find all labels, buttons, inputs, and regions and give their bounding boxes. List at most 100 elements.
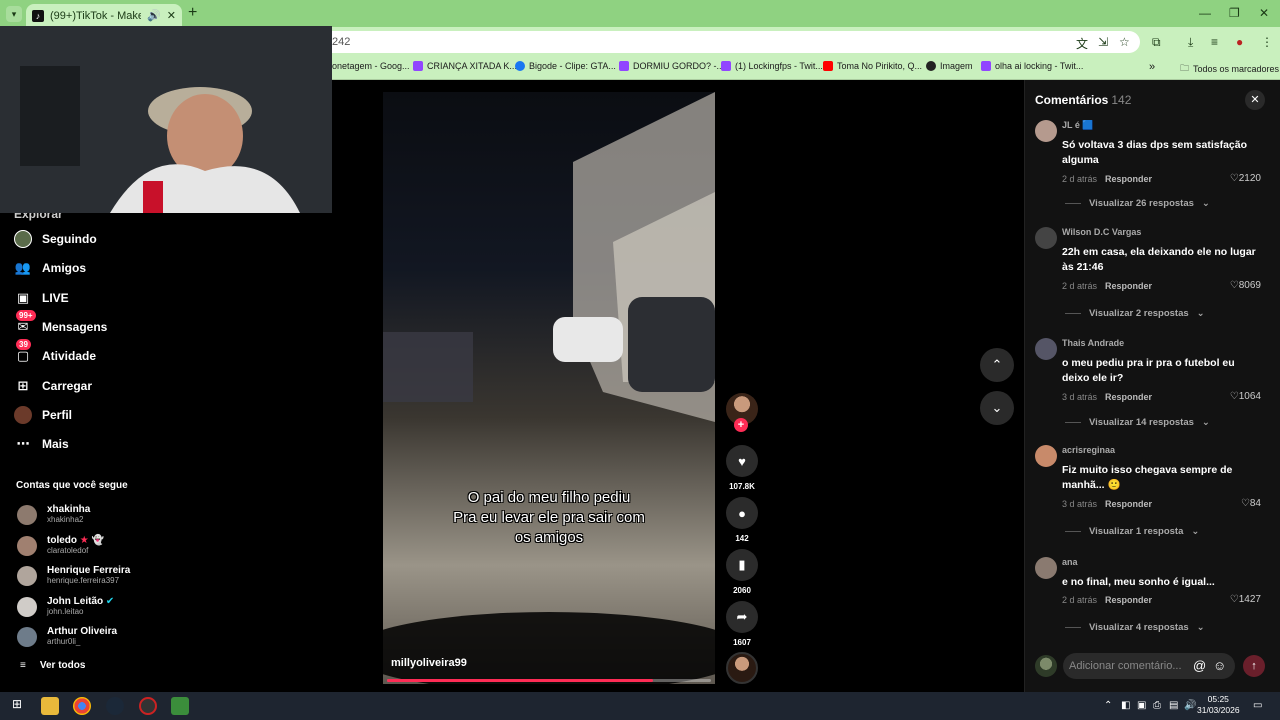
- view-replies-button[interactable]: Visualizar 26 respostas ⌄: [1065, 198, 1210, 209]
- save-button[interactable]: ▮ 2060: [725, 549, 759, 595]
- bookmark-item[interactable]: onetagem - Goog...: [332, 61, 410, 71]
- tray-icon[interactable]: ◧: [1121, 700, 1130, 711]
- tab-search-button[interactable]: ▾: [6, 6, 22, 22]
- comment-like-button[interactable]: ♡1427: [1230, 594, 1261, 605]
- video-progress-bar[interactable]: [387, 679, 711, 682]
- emoji-icon[interactable]: ☺: [1213, 658, 1226, 673]
- all-bookmarks[interactable]: 🗀 Todos os marcadores: [1180, 61, 1279, 77]
- network-icon[interactable]: ▤: [1169, 700, 1178, 711]
- avatar[interactable]: [1035, 227, 1057, 249]
- app-icon[interactable]: [171, 697, 189, 715]
- avatar: [17, 504, 37, 525]
- bookmark-item[interactable]: Toma No Pirikito, Q...: [823, 61, 922, 71]
- sidebar-item-live[interactable]: ▣ LIVE: [14, 289, 69, 307]
- obs-icon[interactable]: [139, 697, 157, 715]
- mention-icon[interactable]: @: [1193, 658, 1206, 673]
- view-replies-button[interactable]: Visualizar 4 respostas ⌄: [1065, 622, 1205, 633]
- view-replies-button[interactable]: Visualizar 14 respostas ⌄: [1065, 417, 1210, 428]
- comment-username[interactable]: acrisreginaa: [1062, 445, 1115, 455]
- avatar[interactable]: [1035, 120, 1057, 142]
- steam-icon[interactable]: [106, 697, 124, 715]
- avatar[interactable]: [1035, 557, 1057, 579]
- address-bar[interactable]: 242: [320, 31, 1140, 53]
- bookmark-item[interactable]: Imagem: [926, 61, 973, 71]
- bookmark-item[interactable]: (1) Lockingfps - Twit...: [721, 61, 823, 71]
- comment-input[interactable]: Adicionar comentário...: [1063, 653, 1235, 679]
- comment-like-button[interactable]: ♡8069: [1230, 280, 1261, 291]
- windows-start-icon[interactable]: ⊞: [8, 697, 26, 715]
- volume-icon[interactable]: 🔊: [1184, 700, 1196, 711]
- sidebar-item-activity[interactable]: ▢ 39 Atividade: [14, 339, 96, 365]
- music-disc-avatar[interactable]: [726, 652, 758, 684]
- bookmark-item[interactable]: CRIANÇA XITADA K...: [413, 61, 517, 71]
- notification-icon[interactable]: ▭: [1253, 700, 1262, 711]
- avatar[interactable]: [1035, 445, 1057, 467]
- extension-shield-icon[interactable]: ●: [1236, 35, 1243, 49]
- reply-button[interactable]: Responder: [1105, 174, 1152, 184]
- new-tab-button[interactable]: +: [188, 4, 197, 22]
- sidebar-item-upload[interactable]: ⊞ Carregar: [14, 377, 92, 395]
- bookmark-item[interactable]: Bigode - Clipe: GTA...: [515, 61, 616, 71]
- system-clock[interactable]: 05:25 31/03/2026: [1197, 694, 1240, 716]
- menu-icon[interactable]: ⋮: [1261, 35, 1273, 49]
- tray-icon[interactable]: ⎙: [1153, 700, 1161, 711]
- sidebar-item-messages[interactable]: ✉ 99+ Mensagens: [14, 310, 107, 336]
- previous-video-button[interactable]: ⌃: [980, 348, 1014, 382]
- reply-button[interactable]: Responder: [1105, 595, 1152, 605]
- reply-button[interactable]: Responder: [1105, 281, 1152, 291]
- sidebar-item-friends[interactable]: 👥 Amigos: [14, 259, 86, 277]
- close-comments-button[interactable]: ✕: [1245, 90, 1265, 110]
- video-caption: O pai do meu filho pediu Pra eu levar el…: [383, 488, 715, 548]
- close-tab-icon[interactable]: ✕: [167, 9, 176, 22]
- restore-button[interactable]: ❐: [1229, 6, 1240, 20]
- send-comment-button[interactable]: ↑: [1243, 655, 1265, 677]
- tray-icon[interactable]: ▣: [1137, 700, 1146, 711]
- bookmark-star-icon[interactable]: ☆: [1119, 35, 1130, 49]
- download-icon[interactable]: ⤓: [1188, 35, 1193, 50]
- extensions-icon[interactable]: ⧉: [1152, 35, 1161, 50]
- see-all-button[interactable]: ≡ Ver todos: [20, 660, 85, 671]
- comment-username[interactable]: ana: [1062, 557, 1078, 567]
- more-bookmarks-icon[interactable]: »: [1149, 61, 1155, 73]
- followed-account[interactable]: John Leitão ✔ john.leitao: [17, 596, 114, 617]
- comment-like-button[interactable]: ♡1064: [1230, 391, 1261, 402]
- translate-icon[interactable]: 文: [1076, 35, 1088, 52]
- avatar[interactable]: [1035, 338, 1057, 360]
- followed-account[interactable]: xhakinha xhakinha2: [17, 504, 90, 525]
- install-icon[interactable]: ⇲: [1098, 35, 1108, 49]
- comment-username[interactable]: JL é 🟦: [1062, 120, 1094, 131]
- sidebar-item-profile[interactable]: Perfil: [14, 406, 72, 424]
- sidebar-item-following[interactable]: Seguindo: [14, 230, 97, 248]
- followed-account[interactable]: Henrique Ferreira henrique.ferreira397: [17, 565, 130, 586]
- comment-like-button[interactable]: ♡84: [1241, 498, 1261, 509]
- view-replies-button[interactable]: Visualizar 2 respostas ⌄: [1065, 308, 1205, 319]
- media-icon[interactable]: ≡: [1211, 35, 1218, 49]
- view-replies-button[interactable]: Visualizar 1 resposta ⌄: [1065, 526, 1199, 537]
- comment-like-button[interactable]: ♡2120: [1230, 173, 1261, 184]
- bookmark-item[interactable]: olha ai locking - Twit...: [981, 61, 1083, 71]
- speaker-icon[interactable]: 🔊: [147, 9, 161, 22]
- followed-account[interactable]: toledo ★ 👻 claratoledof: [17, 535, 104, 556]
- tray-chevron-icon[interactable]: ⌃: [1104, 700, 1112, 711]
- close-window-button[interactable]: ✕: [1259, 6, 1269, 20]
- video-author[interactable]: millyoliveira99: [391, 657, 467, 669]
- chrome-icon[interactable]: [73, 697, 91, 715]
- followed-account[interactable]: Arthur Oliveira arthur0li_: [17, 626, 117, 647]
- follow-plus-icon[interactable]: +: [734, 418, 748, 432]
- activity-icon: ▢ 39: [16, 339, 31, 363]
- comment-username[interactable]: Wilson D.C Vargas: [1062, 227, 1141, 237]
- comment-username[interactable]: Thais Andrade: [1062, 338, 1124, 348]
- bookmark-item[interactable]: DORMIU GORDO? -...: [619, 61, 724, 71]
- like-button[interactable]: ♥ 107.8K: [725, 445, 759, 491]
- file-explorer-icon[interactable]: [41, 697, 59, 715]
- video-player[interactable]: O pai do meu filho pediu Pra eu levar el…: [383, 92, 715, 684]
- next-video-button[interactable]: ⌄: [980, 391, 1014, 425]
- reply-button[interactable]: Responder: [1105, 499, 1152, 509]
- minimize-button[interactable]: —: [1199, 6, 1211, 20]
- browser-tab[interactable]: ♪ (99+)TikTok - Make Your Day 🔊 ✕: [26, 4, 182, 27]
- reply-button[interactable]: Responder: [1105, 392, 1152, 402]
- comment-time: 3 d atrás: [1062, 392, 1098, 402]
- share-button[interactable]: ➦ 1607: [725, 601, 759, 647]
- comment-button[interactable]: ● 142: [725, 497, 759, 543]
- sidebar-item-more[interactable]: ⋯ Mais: [14, 435, 69, 453]
